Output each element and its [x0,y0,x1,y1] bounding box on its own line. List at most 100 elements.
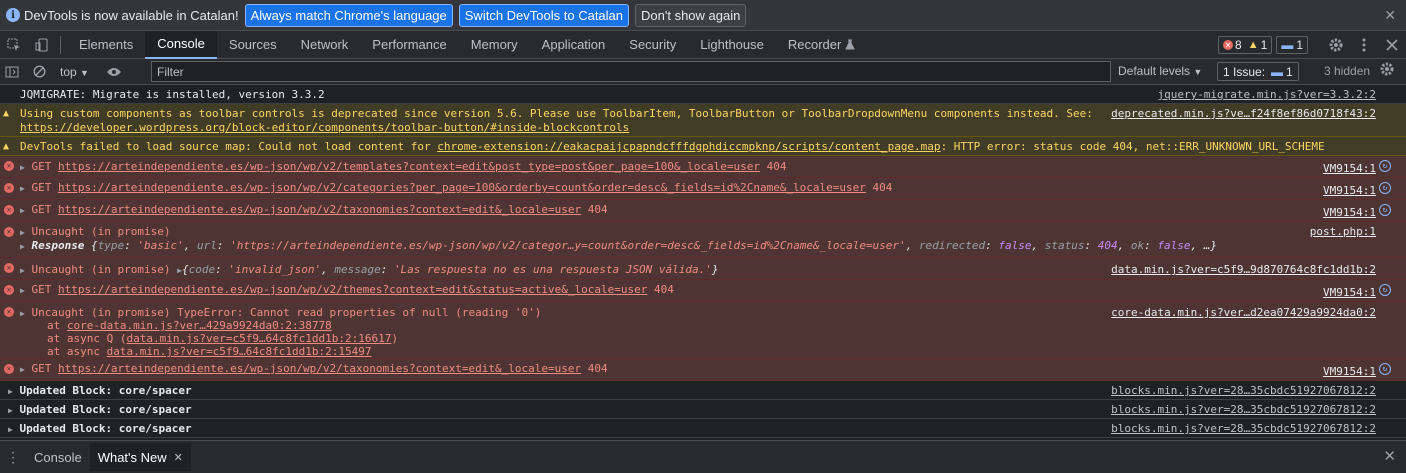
tab-sources[interactable]: Sources [217,31,289,59]
stack-link[interactable]: core-data.min.js?ver…429a9924da0:2:38778 [67,319,332,332]
more-options-icon[interactable] [1350,31,1378,59]
network-panel-icon[interactable]: ↻ [1379,182,1391,194]
drawer-menu-icon[interactable]: ⋮ [0,449,26,466]
network-error-line: ▶ GET https://arteindependiente.es/wp-js… [20,362,608,375]
error-text: Uncaught (in promise) [31,263,171,276]
stack-suffix: ) [391,332,399,345]
obj-value: false [998,239,1032,252]
console-message-group[interactable]: ▶ Updated Block: core/spacer blocks.min.… [0,419,1406,438]
network-panel-icon[interactable]: ↻ [1379,160,1391,172]
expand-triangle-icon[interactable]: ▶ [20,242,25,251]
console-message-error: ✕ ▶ GET https://arteindependiente.es/wp-… [0,200,1406,222]
drawer-tab-console[interactable]: Console [26,443,90,471]
group-label: Updated Block: core/spacer [19,384,192,397]
always-match-language-button[interactable]: Always match Chrome's language [244,3,453,27]
status-code: 404 [766,160,787,173]
drawer-tab-label: What's New [97,449,167,465]
console-message-group[interactable]: ▶ Updated Block: core/spacer blocks.min.… [0,381,1406,400]
response-object[interactable]: ▶ Response {type: 'basic', url: 'https:/… [20,239,1217,252]
device-toolbar-icon[interactable] [28,31,56,59]
live-expression-eye-icon[interactable] [99,58,129,86]
drawer-tab-whats-new[interactable]: What's New ✕ [89,443,191,471]
message-source-link[interactable]: data.min.js?ver=c5f9…9d870764c8fc1dd1b:2 [1111,263,1376,276]
expand-triangle-icon[interactable]: ▶ [8,425,13,434]
request-url-link[interactable]: https://arteindependiente.es/wp-json/wp/… [58,283,647,296]
expand-triangle-icon[interactable]: ▶ [20,163,25,172]
expand-triangle-icon[interactable]: ▶ [20,365,25,374]
network-panel-icon[interactable]: ↻ [1379,363,1391,375]
switch-to-catalan-button[interactable]: Switch DevTools to Catalan [458,3,630,27]
tab-performance[interactable]: Performance [360,31,458,59]
message-source-link[interactable]: core-data.min.js?ver…d2ea07429a9924da0:2 [1111,306,1376,319]
close-drawer-icon[interactable]: ✕ [1383,447,1396,465]
tab-network[interactable]: Network [289,31,361,59]
close-icon[interactable]: ✕ [1384,7,1396,24]
message-source-link[interactable]: blocks.min.js?ver=28…35cbdc51927067812:2 [1111,384,1376,397]
tab-memory[interactable]: Memory [459,31,530,59]
show-sidebar-icon[interactable] [0,58,24,86]
message-source-link[interactable]: blocks.min.js?ver=28…35cbdc51927067812:2 [1111,422,1376,435]
stack-prefix: at [47,319,67,332]
expand-triangle-icon[interactable]: ▶ [8,406,13,415]
log-levels-dropdown[interactable]: Default levels ▼ [1118,64,1202,78]
tab-application[interactable]: Application [530,31,618,59]
error-text: Uncaught (in promise) TypeError: Cannot … [31,306,542,319]
console-settings-gear-icon[interactable] [1380,62,1394,79]
expand-triangle-icon[interactable]: ▶ [8,387,13,396]
message-source-link[interactable]: deprecated.min.js?ve…f24f8ef86d0718f43:2 [1111,107,1376,120]
message-source-link[interactable]: VM9154:1 [1323,184,1376,197]
message-source-link[interactable]: post.php:1 [1310,225,1376,238]
console-message-group[interactable]: ▶ Updated Block: core/spacer blocks.min.… [0,400,1406,419]
settings-gear-icon[interactable] [1322,31,1350,59]
context-selector[interactable]: top ▼ [60,65,89,79]
close-tab-icon[interactable]: ✕ [174,451,183,464]
message-link[interactable]: chrome-extension://eakacpaijcpapndcfffdg… [437,140,940,153]
group-label: Updated Block: core/spacer [19,403,192,416]
expand-triangle-icon[interactable]: ▶ [20,266,25,275]
tab-recorder[interactable]: Recorder [776,31,867,59]
tab-lighthouse[interactable]: Lighthouse [688,31,776,59]
message-source-link[interactable]: jquery-migrate.min.js?ver=3.3.2:2 [1157,88,1376,101]
network-panel-icon[interactable]: ↻ [1379,284,1391,296]
http-method: GET [31,283,52,296]
inspect-element-icon[interactable] [0,31,28,59]
close-devtools-icon[interactable] [1378,31,1406,59]
message-source-link[interactable]: VM9154:1 [1323,162,1376,175]
status-code: 404 [654,283,674,296]
issues-button[interactable]: 1 Issue: ▬ 1 [1217,62,1299,81]
expand-triangle-icon[interactable]: ▶ [20,228,25,237]
tab-elements[interactable]: Elements [67,31,145,59]
error-warning-counter[interactable]: ✕ 8 ▲ 1 [1218,36,1273,54]
issues-counter[interactable]: ▬ 1 [1276,36,1308,54]
status-code: 404 [587,362,608,375]
request-url-link[interactable]: https://arteindependiente.es/wp-json/wp/… [58,160,760,173]
warning-icon: ▲ [3,108,10,119]
request-url-link[interactable]: https://arteindependiente.es/wp-json/wp/… [58,362,581,375]
console-filter-input[interactable] [151,61,1111,82]
tab-security[interactable]: Security [617,31,688,59]
clear-console-icon[interactable] [24,58,54,86]
warning-icon: ▲ [3,141,10,152]
request-url-link[interactable]: https://arteindependiente.es/wp-json/wp/… [58,203,581,216]
tab-console[interactable]: Console [145,30,217,59]
issues-count: 1 [1296,38,1303,52]
stack-link[interactable]: data.min.js?ver=c5f9…64c8fc1dd1b:2:16617 [126,332,391,345]
expand-triangle-icon[interactable]: ▶ [20,286,25,295]
console-message-warning: ▲ DevTools failed to load source map: Co… [0,137,1406,156]
obj-key: url [197,239,217,252]
message-source-link[interactable]: VM9154:1 [1323,206,1376,219]
message-source-link[interactable]: VM9154:1 [1323,286,1376,299]
request-url-link[interactable]: https://arteindependiente.es/wp-json/wp/… [58,181,866,194]
message-source-link[interactable]: blocks.min.js?ver=28…35cbdc51927067812:2 [1111,403,1376,416]
message-text: ▶ Updated Block: core/spacer [8,384,192,397]
console-message-error: ✕ ▶ Uncaught (in promise) post.php:1 ▶ R… [0,222,1406,258]
error-object[interactable]: {code: 'invalid_json', message: 'Las res… [182,263,718,276]
message-link[interactable]: https://developer.wordpress.org/block-ed… [20,121,629,134]
stack-link[interactable]: data.min.js?ver=c5f9…64c8fc1dd1b:2:15497 [107,345,372,358]
expand-triangle-icon[interactable]: ▶ [20,206,25,215]
message-source-link[interactable]: VM9154:1 [1323,365,1376,378]
network-panel-icon[interactable]: ↻ [1379,204,1391,216]
expand-triangle-icon[interactable]: ▶ [20,309,25,318]
dont-show-again-button[interactable]: Don't show again [635,3,747,27]
expand-triangle-icon[interactable]: ▶ [20,184,25,193]
